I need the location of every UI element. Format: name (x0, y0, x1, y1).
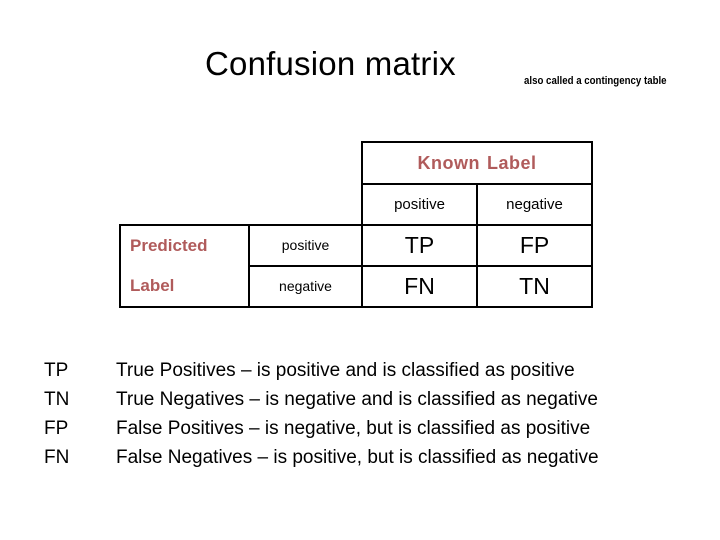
predicted-label-line-1: Predicted (130, 236, 208, 255)
column-header-negative: negative (475, 183, 594, 226)
legend-abbr-fp: FP (44, 418, 69, 439)
empty-corner-cell-top-mid (249, 142, 362, 184)
legend-description-tn: True Negatives – is negative and is clas… (116, 389, 598, 410)
title-block: Confusion matrix also called a contingen… (0, 44, 720, 96)
row-header-negative-label: negative (279, 277, 332, 294)
empty-corner-cell-mid-left (120, 184, 249, 225)
cell-true-negative-value: TN (519, 273, 550, 299)
table-row-known-label-header: Known Label (120, 141, 594, 185)
known-label-word-known: Known (417, 152, 480, 173)
predicted-label-header-cell: Predicted Label (119, 224, 250, 308)
row-header-positive: positive (248, 224, 363, 267)
cell-false-positive: FP (475, 224, 594, 267)
table-row-predicted-positive: Predicted Label positive TP FP (119, 224, 594, 308)
list-item: FP False Positives – is negative, but is… (44, 418, 694, 447)
list-item: TN True Negatives – is negative and is c… (44, 389, 694, 418)
legend-description-fp: False Positives – is negative, but is cl… (116, 418, 591, 439)
cell-true-positive: TP (361, 224, 478, 267)
legend-description-tp: True Positives – is positive and is clas… (116, 360, 575, 381)
predicted-label-line-2: Label (130, 276, 175, 295)
cell-false-negative: FN (361, 265, 478, 308)
row-header-positive-label: positive (281, 236, 330, 253)
page-title: Confusion matrix (205, 45, 456, 82)
cell-true-positive-value: TP (404, 232, 435, 258)
legend-list: TP True Positives – is positive and is c… (44, 360, 694, 476)
legend-abbr-tp: TP (44, 360, 69, 381)
legend-abbr-tn: TN (44, 389, 70, 410)
known-label-header-text: Known Label (418, 153, 537, 173)
legend-description-fn: False Negatives – is positive, but is cl… (116, 447, 599, 468)
confusion-matrix-table: Known Label positive negative Predicted L… (119, 141, 594, 308)
column-header-positive: positive (361, 183, 478, 226)
confusion-matrix-table-wrapper: Known Label positive negative Predicted L… (119, 141, 594, 308)
cell-true-negative: TN (475, 265, 594, 308)
cell-false-positive-value: FP (519, 232, 550, 258)
empty-corner-cell-mid-mid (249, 184, 362, 225)
column-header-negative-label: negative (506, 195, 563, 213)
list-item: FN False Negatives – is positive, but is… (44, 447, 694, 476)
known-label-word-label: Label (487, 152, 537, 173)
cell-false-negative-value: FN (404, 273, 435, 299)
empty-corner-cell-top-left (120, 142, 249, 184)
page-subtitle: also called a contingency table (524, 75, 667, 87)
list-item: TP True Positives – is positive and is c… (44, 360, 694, 389)
table-row-column-headers: positive negative (120, 183, 594, 226)
row-header-negative: negative (248, 265, 363, 308)
legend-abbr-fn: FN (44, 447, 70, 468)
known-label-header-cell: Known Label (360, 141, 594, 185)
column-header-positive-label: positive (394, 195, 445, 213)
